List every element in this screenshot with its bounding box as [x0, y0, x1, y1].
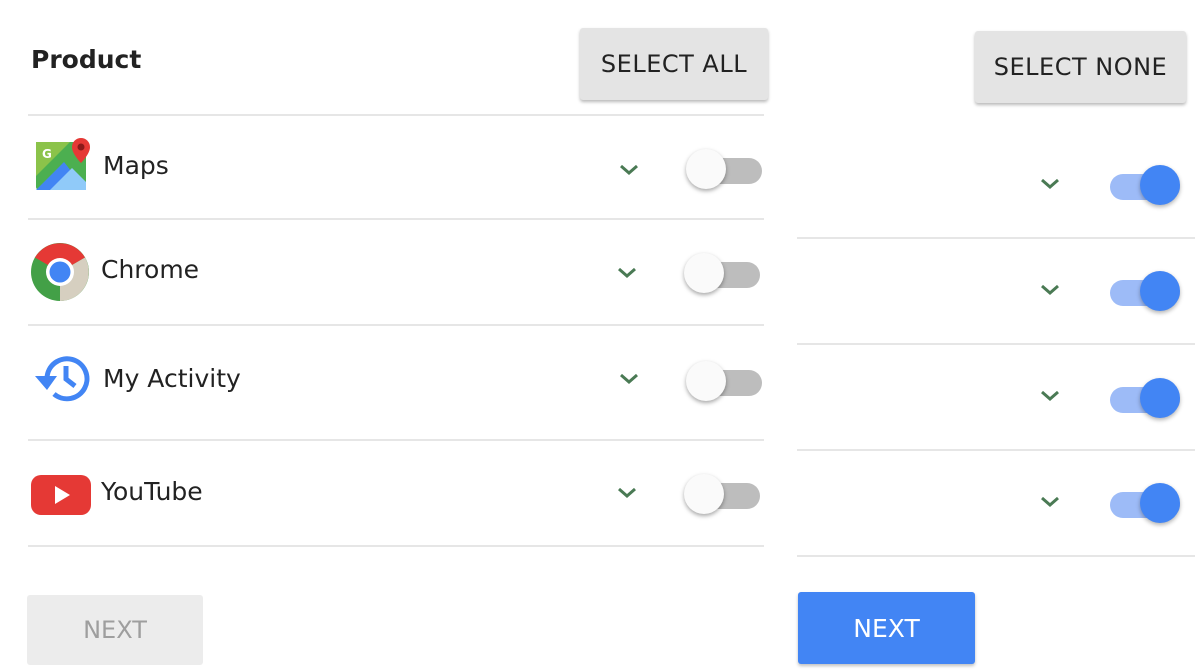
- next-button-disabled: NEXT: [27, 595, 203, 665]
- chevron-down-icon[interactable]: [615, 484, 639, 502]
- toggle-maps[interactable]: [686, 146, 766, 190]
- toggle-thumb: [684, 253, 724, 293]
- divider: [28, 545, 764, 547]
- chevron-down-icon[interactable]: [1038, 175, 1062, 193]
- product-row-youtube: YouTube: [0, 441, 780, 545]
- chevron-down-icon[interactable]: [1038, 387, 1062, 405]
- select-all-button[interactable]: SELECT ALL: [580, 28, 768, 100]
- toggle-youtube[interactable]: [684, 471, 764, 515]
- product-row: [790, 239, 1200, 343]
- product-row: [790, 451, 1200, 555]
- select-none-button[interactable]: SELECT NONE: [975, 31, 1186, 103]
- google-maps-icon: G: [34, 136, 94, 197]
- my-activity-icon: [33, 352, 91, 409]
- toggle-thumb: [1140, 483, 1180, 523]
- product-label-maps: Maps: [103, 151, 169, 180]
- product-label-youtube: YouTube: [101, 477, 203, 506]
- chrome-icon: [30, 242, 90, 307]
- chevron-down-icon[interactable]: [617, 161, 641, 179]
- product-label-my-activity: My Activity: [103, 364, 241, 393]
- toggle-thumb: [684, 474, 724, 514]
- chevron-down-icon[interactable]: [615, 264, 639, 282]
- toggle-thumb: [1140, 378, 1180, 418]
- product-selection-panel-selected: SELECT NONE NEXT: [790, 0, 1200, 671]
- product-row-my-activity: My Activity: [0, 326, 780, 439]
- toggle-product[interactable]: [1106, 480, 1186, 524]
- product-selection-panel-deselected: Product SELECT ALL G Maps Chrome My Acti…: [0, 0, 780, 671]
- product-heading: Product: [31, 45, 142, 74]
- toggle-thumb: [1140, 271, 1180, 311]
- divider: [797, 555, 1195, 557]
- toggle-product[interactable]: [1106, 162, 1186, 206]
- product-label-chrome: Chrome: [101, 255, 200, 284]
- svg-text:G: G: [42, 147, 52, 161]
- toggle-chrome[interactable]: [684, 250, 764, 294]
- product-row-maps: G Maps: [0, 116, 780, 218]
- toggle-thumb: [686, 361, 726, 401]
- toggle-product[interactable]: [1106, 268, 1186, 312]
- chevron-down-icon[interactable]: [1038, 281, 1062, 299]
- toggle-thumb: [1140, 165, 1180, 205]
- chevron-down-icon[interactable]: [1038, 493, 1062, 511]
- product-row-chrome: Chrome: [0, 220, 780, 324]
- product-row: [790, 130, 1200, 236]
- product-row: [790, 345, 1200, 449]
- chevron-down-icon[interactable]: [617, 370, 641, 388]
- toggle-thumb: [686, 149, 726, 189]
- next-button[interactable]: NEXT: [798, 592, 975, 664]
- youtube-icon: [31, 473, 91, 520]
- toggle-product[interactable]: [1106, 375, 1186, 419]
- toggle-my-activity[interactable]: [686, 358, 766, 402]
